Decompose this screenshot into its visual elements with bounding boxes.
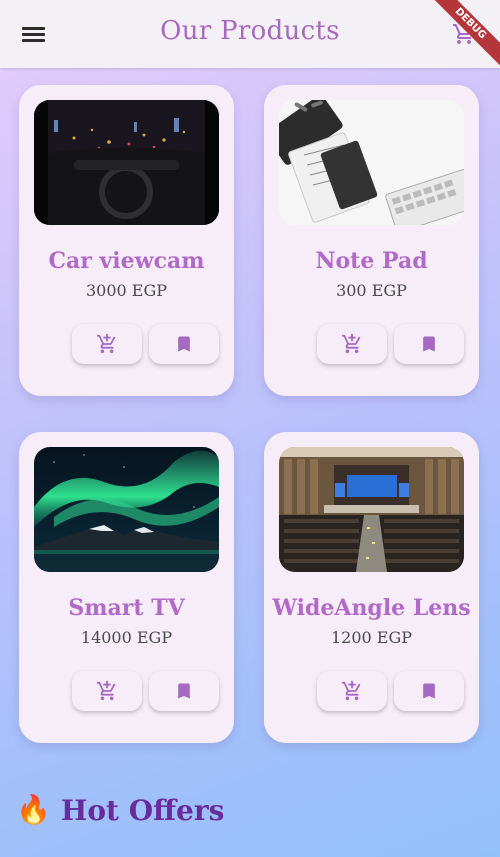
product-card[interactable]: Note Pad 300 EGP	[264, 85, 479, 396]
product-price: 14000 EGP	[80, 628, 173, 647]
add-to-cart-button[interactable]	[72, 671, 142, 711]
bookmark-button[interactable]	[394, 671, 464, 711]
product-name: WideAngle Lens	[272, 595, 471, 621]
product-image	[34, 447, 219, 572]
hot-offers-header: 🔥 Hot Offers	[16, 793, 224, 827]
bookmark-icon	[423, 683, 435, 699]
add-to-cart-button[interactable]	[317, 324, 387, 364]
add-to-cart-button[interactable]	[72, 324, 142, 364]
car-dashboard-photo	[34, 100, 219, 225]
app-bar: Our Products	[0, 0, 500, 68]
section-title: Hot Offers	[60, 793, 225, 827]
product-card[interactable]: Car viewcam 3000 EGP	[19, 85, 234, 396]
cart-icon[interactable]	[452, 22, 476, 46]
product-price: 3000 EGP	[85, 281, 168, 300]
add-shopping-cart-icon	[341, 333, 361, 354]
aurora-photo	[34, 447, 219, 572]
add-shopping-cart-icon	[96, 333, 116, 354]
product-name: Note Pad	[315, 248, 428, 274]
bookmark-icon	[423, 336, 435, 352]
product-image	[34, 100, 219, 225]
bookmark-icon	[178, 683, 190, 699]
bookmark-button[interactable]	[149, 324, 219, 364]
product-price: 1200 EGP	[330, 628, 413, 647]
add-shopping-cart-icon	[96, 680, 116, 701]
product-image	[279, 447, 464, 572]
product-price: 300 EGP	[336, 281, 407, 300]
bookmark-button[interactable]	[149, 671, 219, 711]
product-name: Smart TV	[68, 595, 185, 621]
add-to-cart-button[interactable]	[317, 671, 387, 711]
product-image	[279, 100, 464, 225]
bookmark-icon	[178, 336, 190, 352]
conference-hall-photo	[279, 447, 464, 572]
page-title: Our Products	[160, 16, 340, 46]
desk-notepad-photo	[279, 100, 464, 225]
bookmark-button[interactable]	[394, 324, 464, 364]
product-name: Car viewcam	[48, 248, 205, 274]
product-card[interactable]: WideAngle Lens 1200 EGP	[264, 432, 479, 743]
fire-icon: 🔥	[16, 793, 51, 826]
product-card[interactable]: Smart TV 14000 EGP	[19, 432, 234, 743]
add-shopping-cart-icon	[341, 680, 361, 701]
